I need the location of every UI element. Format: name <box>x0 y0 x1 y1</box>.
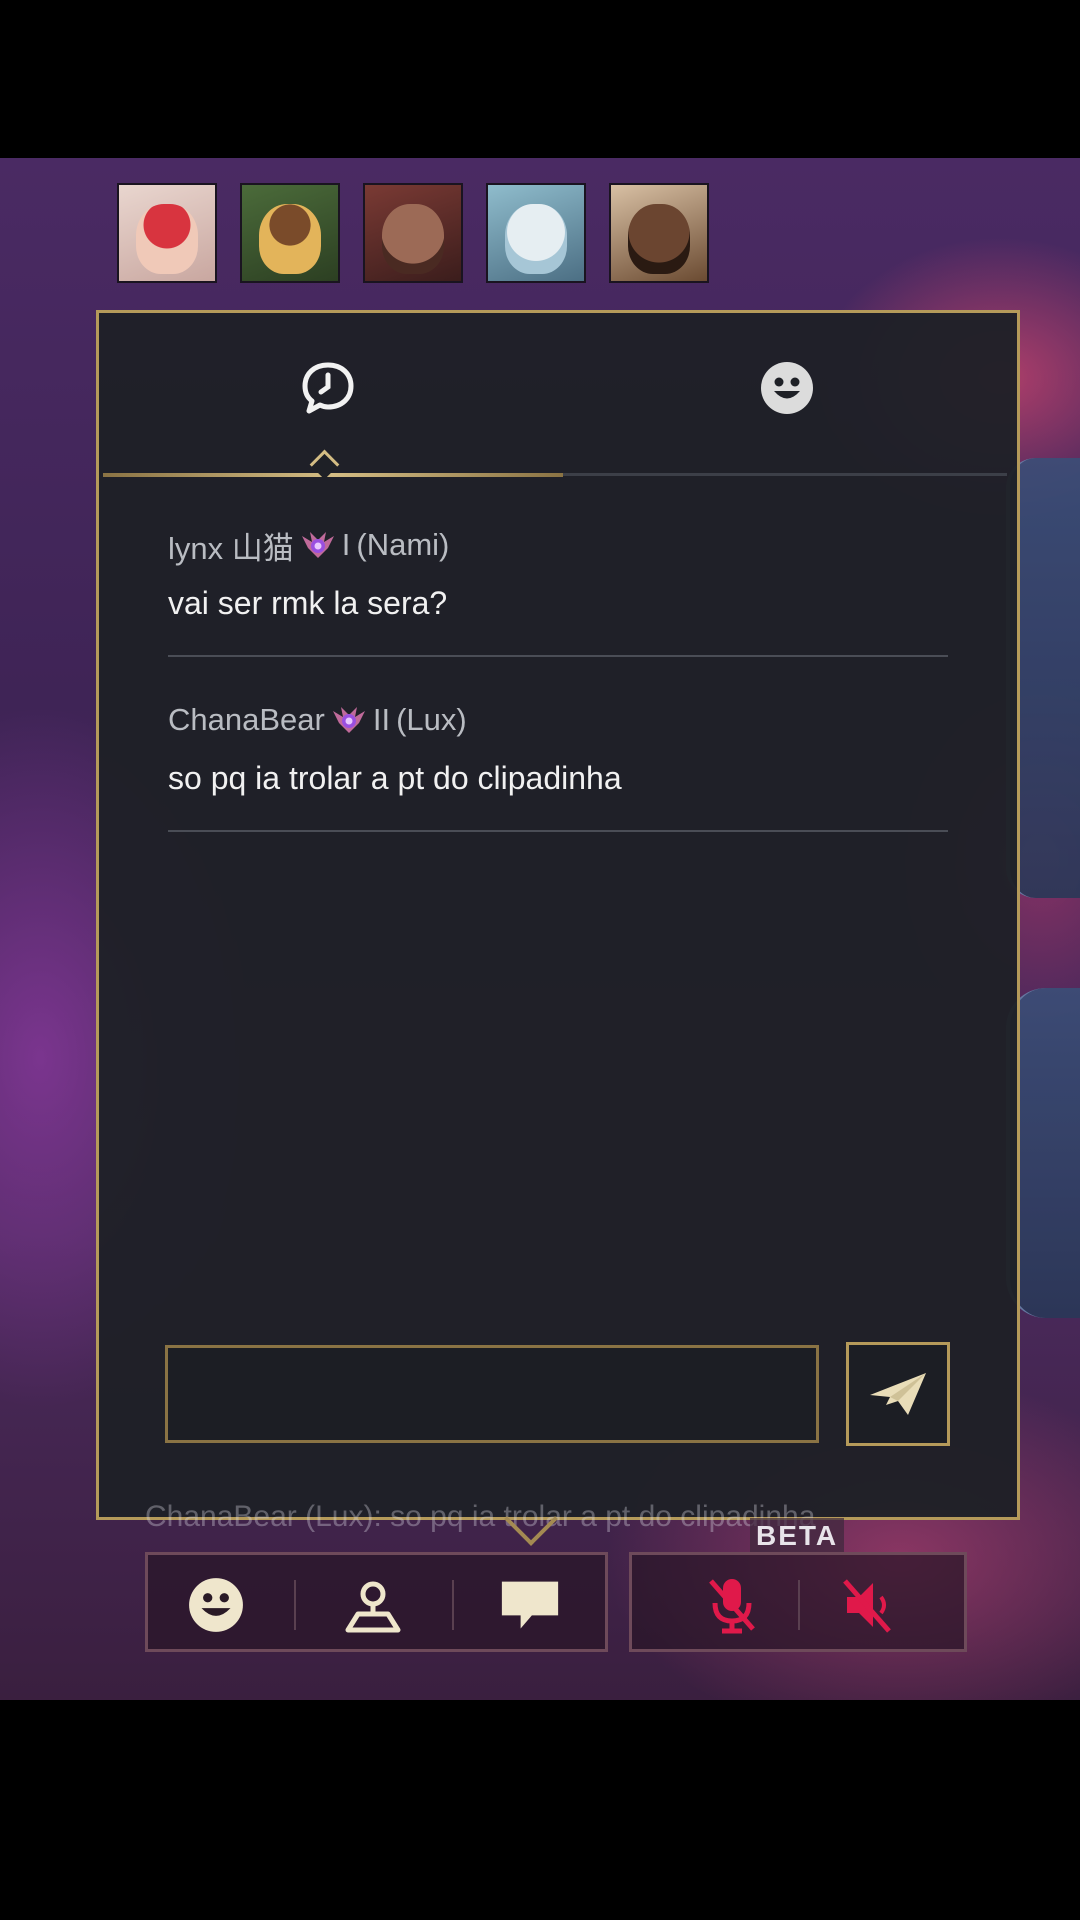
ping-location-icon <box>345 1581 401 1633</box>
ping-button[interactable] <box>343 1575 403 1635</box>
separator <box>452 1580 454 1630</box>
separator <box>294 1580 296 1630</box>
mic-toggle-button[interactable] <box>702 1575 762 1635</box>
team-portraits <box>117 183 709 283</box>
message-text: vai ser rmk la sera? <box>168 585 448 621</box>
message-champion: (Nami) <box>356 527 450 562</box>
tab-underline <box>103 473 1007 477</box>
message-rank: II <box>372 702 391 737</box>
message-champion: (Lux) <box>396 702 467 737</box>
chat-input[interactable] <box>165 1345 819 1443</box>
mic-muted-icon <box>709 1579 755 1634</box>
chat-message: ChanaBear II (Lux) so pq ia trolar a pt … <box>168 698 948 832</box>
message-header: ChanaBear II (Lux) <box>168 698 948 742</box>
voice-bar <box>629 1552 967 1652</box>
champion-portrait-2[interactable] <box>240 183 340 283</box>
smiley-icon <box>761 362 813 414</box>
chat-message: lynx 山猫 I (Nami) vai ser rmk la sera? <box>168 523 948 657</box>
message-text: so pq ia trolar a pt do clipadinha <box>168 760 622 796</box>
chat-icon <box>501 1581 559 1629</box>
active-tab-indicator <box>103 473 563 477</box>
beta-label: BETA <box>750 1518 845 1554</box>
tab-emotes[interactable] <box>757 358 817 418</box>
tab-chat[interactable] <box>298 358 358 418</box>
chat-tabs <box>99 313 1017 480</box>
speaker-muted-icon <box>843 1579 891 1633</box>
message-sender: ChanaBear <box>168 702 325 737</box>
emote-button[interactable] <box>186 1575 246 1635</box>
champion-portrait-3[interactable] <box>363 183 463 283</box>
champion-portrait-5[interactable] <box>609 183 709 283</box>
message-sender: lynx 山猫 <box>168 530 294 566</box>
emote-icon <box>189 1578 243 1632</box>
message-header: lynx 山猫 I (Nami) <box>168 523 948 567</box>
chat-toggle-button[interactable] <box>500 1575 560 1635</box>
rank-emblem-icon <box>332 707 365 733</box>
chat-panel: lynx 山猫 I (Nami) vai ser rmk la sera? Ch… <box>96 310 1020 1520</box>
separator <box>798 1580 800 1630</box>
background-chat-preview: ChanaBear (Lux): so pq ia trolar a pt do… <box>145 1500 816 1533</box>
champion-portrait-4[interactable] <box>486 183 586 283</box>
message-rank: I <box>341 527 351 562</box>
rank-emblem-icon <box>301 532 334 558</box>
paper-plane-icon <box>870 1373 926 1415</box>
champion-portrait-1[interactable] <box>117 183 217 283</box>
send-button[interactable] <box>846 1342 950 1446</box>
speaker-toggle-button[interactable] <box>838 1575 898 1635</box>
quick-actions-bar <box>145 1552 608 1652</box>
chat-bubble-clock-icon <box>302 362 354 414</box>
